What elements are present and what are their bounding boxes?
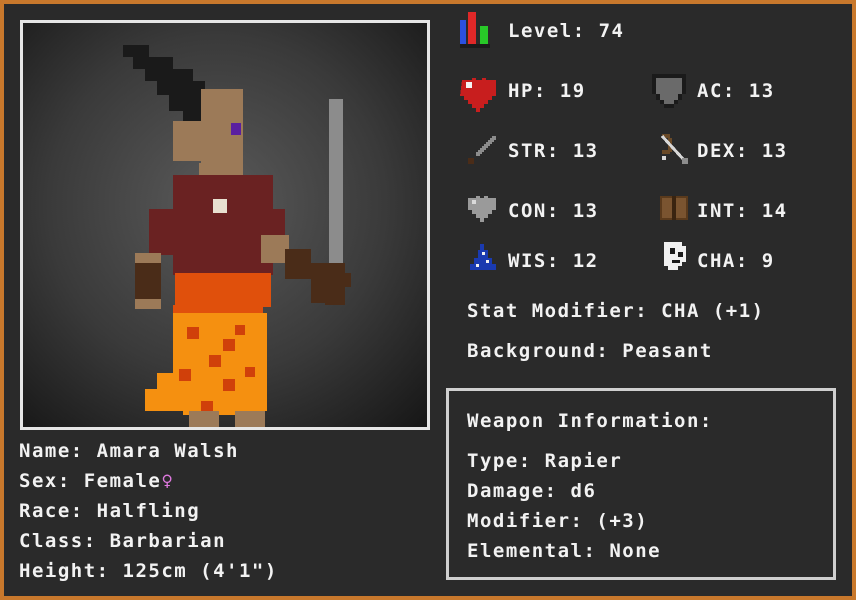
dex-stat: DEX: 13 <box>697 140 788 162</box>
bow-icon <box>660 134 688 164</box>
wizard-hat-icon <box>470 244 496 270</box>
character-portrait <box>20 20 430 430</box>
sword-icon <box>468 136 496 164</box>
cha-stat: CHA: 9 <box>697 250 775 272</box>
int-stat: INT: 14 <box>697 200 788 222</box>
level-value: 74 <box>598 20 625 42</box>
background-line: Background: Peasant <box>467 340 713 362</box>
sex-line: Sex: Female♀ <box>19 470 175 492</box>
str-stat: STR: 13 <box>508 140 599 162</box>
character-card: Level: 74 HP: 19 AC: 13 STR: 13 DEX: 13 <box>4 4 852 596</box>
grey-heart-icon <box>468 196 496 222</box>
female-symbol-icon: ♀ <box>161 470 175 492</box>
level-bars-icon <box>460 12 490 48</box>
shield-icon <box>652 74 686 108</box>
ac-stat: AC: 13 <box>697 80 775 102</box>
weapon-title: Weapon Information: <box>467 410 713 432</box>
hp-stat: HP: 19 <box>508 80 586 102</box>
stat-modifier: Stat Modifier: CHA (+1) <box>467 300 765 322</box>
height-line: Height: 125cm (4'1") <box>19 560 278 582</box>
level-label: Level: 74 <box>508 20 625 42</box>
weapon-damage: Damage: d6 <box>467 480 597 502</box>
race-line: Race: Halfling <box>19 500 201 522</box>
class-line: Class: Barbarian <box>19 530 227 552</box>
heart-icon <box>460 78 496 112</box>
book-icon <box>660 196 688 220</box>
mask-icon <box>664 242 686 270</box>
wis-stat: WIS: 12 <box>508 250 599 272</box>
weapon-modifier: Modifier: (+3) <box>467 510 649 532</box>
con-stat: CON: 13 <box>508 200 599 222</box>
weapon-elemental: Elemental: None <box>467 540 662 562</box>
name-line: Name: Amara Walsh <box>19 440 239 462</box>
weapon-type: Type: Rapier <box>467 450 623 472</box>
